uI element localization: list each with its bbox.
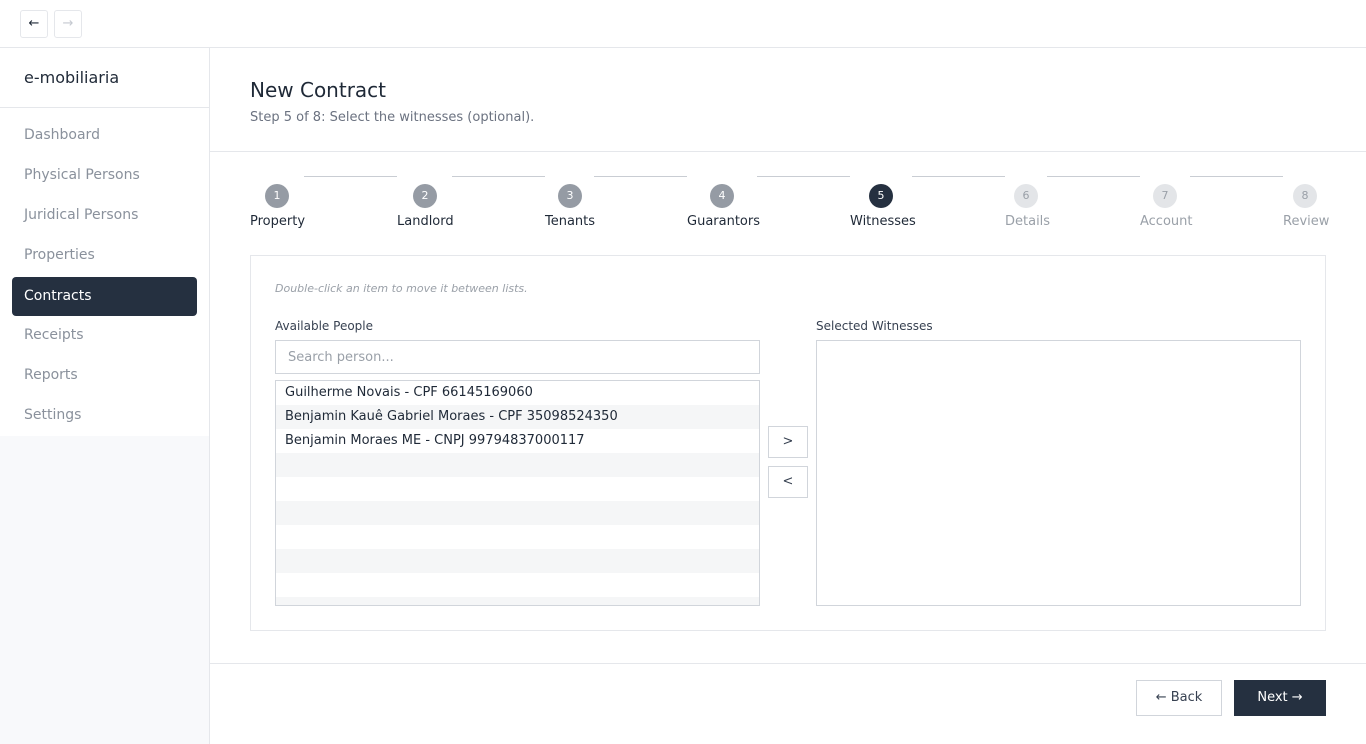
empty-row [276,525,759,549]
sidebar-item-reports[interactable]: Reports [12,356,197,395]
step-4-label[interactable]: Guarantors [687,214,760,229]
step-3-label[interactable]: Tenants [545,214,595,229]
forward-arrow-icon[interactable]: → [54,10,82,38]
move-right-button[interactable]: > [768,426,808,458]
sidebar-item-receipts[interactable]: Receipts [12,316,197,355]
list-item[interactable]: Guilherme Novais - CPF 66145169060 [276,381,759,405]
sidebar-item-physical-persons[interactable]: Physical Persons [12,156,197,195]
page-title: New Contract [250,78,387,102]
step-4-circle[interactable]: 4 [710,184,734,208]
sidebar-item-properties[interactable]: Properties [12,236,197,275]
step-7-circle: 7 [1153,184,1177,208]
step-connector [757,176,850,177]
list-item[interactable]: Benjamin Moraes ME - CNPJ 99794837000117 [276,429,759,453]
back-arrow-icon[interactable]: ← [20,10,48,38]
sidebar-item-contracts[interactable]: Contracts [12,277,197,316]
search-input[interactable] [275,340,760,374]
sidebar-item-dashboard[interactable]: Dashboard [12,116,197,155]
top-bar: ← → [0,0,1366,48]
step-connector [304,176,397,177]
step-2-label[interactable]: Landlord [397,214,454,229]
step-5-label: Witnesses [850,214,916,229]
step-5-circle: 5 [869,184,893,208]
empty-row [276,477,759,501]
move-left-button[interactable]: < [768,466,808,498]
sidebar-item-settings[interactable]: Settings [12,396,197,435]
step-2-circle[interactable]: 2 [413,184,437,208]
step-connector [1190,176,1283,177]
step-6-circle: 6 [1014,184,1038,208]
selected-witnesses-list[interactable] [816,340,1301,606]
sidebar-menu: e-mobiliaria Dashboard Physical Persons … [0,48,209,436]
available-people-list[interactable]: Guilherme Novais - CPF 66145169060 Benja… [275,380,760,606]
step-1-circle[interactable]: 1 [265,184,289,208]
step-7-label: Account [1140,214,1193,229]
sidebar-divider [0,107,209,108]
step-connector [594,176,687,177]
sidebar-item-juridical-persons[interactable]: Juridical Persons [12,196,197,235]
empty-row [276,549,759,573]
list-item[interactable]: Benjamin Kauê Gabriel Moraes - CPF 35098… [276,405,759,429]
next-button[interactable]: Next → [1234,680,1326,716]
empty-row [276,453,759,477]
step-8-label: Review [1283,214,1330,229]
empty-row [276,573,759,597]
step-connector [912,176,1005,177]
page-subtitle: Step 5 of 8: Select the witnesses (optio… [250,110,535,125]
empty-row [276,597,759,605]
hint-text: Double-click an item to move it between … [275,282,528,295]
step-1-label[interactable]: Property [250,214,305,229]
step-connector [452,176,545,177]
step-8-circle: 8 [1293,184,1317,208]
footer-divider [210,663,1366,664]
sidebar: e-mobiliaria Dashboard Physical Persons … [0,48,210,744]
brand-logo[interactable]: e-mobiliaria [24,68,119,87]
step-3-circle[interactable]: 3 [558,184,582,208]
step-6-label: Details [1005,214,1051,229]
header-divider [210,151,1366,152]
empty-row [276,501,759,525]
step-connector [1047,176,1140,177]
selected-witnesses-label: Selected Witnesses [816,319,933,333]
available-people-label: Available People [275,319,373,333]
back-button[interactable]: ← Back [1136,680,1222,716]
